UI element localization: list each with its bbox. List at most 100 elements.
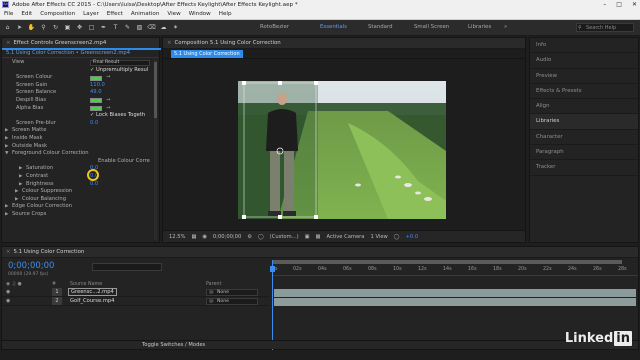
effect-property-value[interactable]: 0.0 <box>90 181 98 189</box>
current-time-indicator[interactable] <box>272 260 273 350</box>
hand-tool-icon[interactable]: ✋ <box>27 23 36 32</box>
effect-property-row[interactable]: ▼ Foreground Colour Correction <box>2 150 159 158</box>
toggle-switches-modes-button[interactable]: Toggle Switches / Modes <box>142 341 205 350</box>
camera-dropdown[interactable]: Active Camera <box>326 234 364 240</box>
eye-icon[interactable]: ◉ <box>6 289 10 295</box>
effect-property-row[interactable]: ▶ Saturation 0.0 <box>2 165 159 173</box>
view-dropdown[interactable]: Final Result <box>90 60 150 66</box>
composition-viewer[interactable] <box>238 81 446 219</box>
parent-dropdown[interactable]: @ None <box>206 297 258 305</box>
home-icon[interactable]: ⌂ <box>3 23 12 32</box>
exposure-value[interactable]: +0.0 <box>406 234 419 240</box>
effect-property-row[interactable]: Despill Bias → <box>2 97 159 105</box>
color-swatch[interactable] <box>90 98 102 104</box>
menu-help[interactable]: Help <box>215 11 236 17</box>
maximize-button[interactable]: □ <box>616 0 622 9</box>
effect-property-row[interactable]: Screen Pre-blur 0.0 <box>2 120 159 128</box>
selection-tool-icon[interactable]: ➤ <box>15 23 24 32</box>
camera-tool-icon[interactable]: ▣ <box>63 23 72 32</box>
channel-icon[interactable]: ◯ <box>258 234 264 240</box>
type-tool-icon[interactable]: T <box>111 23 120 32</box>
workspace-menu-icon[interactable]: » <box>504 24 507 30</box>
expand-closed-icon[interactable]: ▶ <box>19 173 22 181</box>
effect-property-row[interactable]: ▶ Brightness 0.0 <box>2 181 159 189</box>
effect-property-value[interactable]: 110.0 <box>90 82 105 90</box>
close-tab-icon[interactable]: × <box>6 40 11 46</box>
pen-tool-icon[interactable]: ✒ <box>99 23 108 32</box>
layer-duration-bar[interactable] <box>274 289 636 297</box>
effect-property-row[interactable]: View Final Result <box>2 59 159 67</box>
comp-timecode[interactable]: 0;00;00;00 <box>213 234 241 240</box>
panel-character[interactable]: Character <box>530 130 638 146</box>
workspace-libraries[interactable]: Libraries <box>468 24 491 30</box>
effect-property-row[interactable]: Enable Colour Corre <box>2 158 159 166</box>
timeline-layer-row[interactable]: ◉ 1 Greensc...2.mp4 @ None <box>2 288 270 297</box>
expand-closed-icon[interactable]: ▶ <box>5 211 8 219</box>
snapshot-icon[interactable]: ⚙ <box>247 234 252 240</box>
expand-closed-icon[interactable]: ▶ <box>15 188 18 196</box>
effect-property-row[interactable]: ✓ Lock Biases Togeth <box>2 112 159 120</box>
composition-chip[interactable]: 5.1 Using Color Correction <box>171 49 243 58</box>
layer-name[interactable]: Golf_Course.mp4 <box>68 298 116 304</box>
timeline-layer-row[interactable]: ◉ 2 Golf_Course.mp4 @ None <box>2 297 270 306</box>
menu-layer[interactable]: Layer <box>79 11 103 17</box>
minimize-button[interactable]: – <box>603 0 606 9</box>
close-tab-icon[interactable]: × <box>167 40 172 46</box>
composition-tab[interactable]: × Composition 5.1 Using Color Correction <box>163 38 525 49</box>
effect-property-row[interactable]: Screen Balance 49.0 <box>2 89 159 97</box>
effect-property-row[interactable]: ▶ Colour Balancing <box>2 196 159 204</box>
work-area-bar[interactable] <box>272 260 622 264</box>
puppet-pin-icon[interactable]: ✶ <box>171 23 180 32</box>
clone-stamp-icon[interactable]: ▧ <box>135 23 144 32</box>
resolution-dropdown[interactable]: (Custom...) <box>270 234 299 240</box>
timeline-tab[interactable]: × 5.1 Using Color Correction <box>2 247 638 258</box>
close-tab-icon[interactable]: × <box>6 249 11 255</box>
zoom-dropdown[interactable]: 12.5% <box>169 234 185 240</box>
menu-window[interactable]: Window <box>185 11 215 17</box>
eyedropper-icon[interactable]: → <box>106 105 110 113</box>
expand-closed-icon[interactable]: ▶ <box>5 135 8 143</box>
eraser-tool-icon[interactable]: ⌫ <box>147 23 156 32</box>
eyedropper-icon[interactable]: → <box>106 74 110 82</box>
workspace-standard[interactable]: Standard <box>368 24 393 30</box>
effect-property-value[interactable]: 49.0 <box>90 89 102 97</box>
layer-duration-bar[interactable] <box>274 298 636 306</box>
timeline-timecode[interactable]: 0;00;00;00 <box>8 261 54 271</box>
panel-preview[interactable]: Preview <box>530 69 638 84</box>
layer-name[interactable]: Greensc...2.mp4 <box>68 288 117 296</box>
expand-closed-icon[interactable]: ▶ <box>19 181 22 189</box>
region-icon[interactable]: ▣ <box>305 234 310 240</box>
effect-property-row[interactable]: ▶ Source Crops <box>2 211 159 219</box>
effect-property-row[interactable]: ▶ Colour Suppression <box>2 188 159 196</box>
rectangle-tool-icon[interactable]: □ <box>87 23 96 32</box>
parent-dropdown[interactable]: @ None <box>206 288 258 296</box>
effect-property-row[interactable]: ▶ Contrast 0.0 <box>2 173 159 181</box>
menu-edit[interactable]: Edit <box>17 11 36 17</box>
workspace-small-screen[interactable]: Small Screen <box>414 24 449 30</box>
panel-paragraph[interactable]: Paragraph <box>530 145 638 161</box>
effect-property-row[interactable]: ▶ Edge Colour Correction <box>2 203 159 211</box>
effect-controls-scrollbar[interactable] <box>154 60 157 240</box>
rotobezier-option[interactable]: RotoBezier <box>260 24 289 30</box>
panel-align[interactable]: Align <box>530 99 638 115</box>
playhead-handle[interactable] <box>270 266 275 272</box>
offset-icon[interactable]: ◯ <box>394 234 400 240</box>
zoom-tool-icon[interactable]: ⚲ <box>39 23 48 32</box>
panel-tracker[interactable]: Tracker <box>530 160 638 176</box>
grid-icon[interactable]: ▦ <box>191 234 196 240</box>
source-name-header[interactable]: Source Name <box>70 282 102 287</box>
pickwhip-icon[interactable]: @ <box>209 299 214 304</box>
effect-property-row[interactable]: ▶ Screen Matte <box>2 127 159 135</box>
timeline-search-input[interactable] <box>92 263 162 271</box>
menu-composition[interactable]: Composition <box>36 11 79 17</box>
panel-effects-presets[interactable]: Effects & Presets <box>530 84 638 100</box>
color-swatch[interactable] <box>90 106 102 112</box>
rotate-tool-icon[interactable]: ↻ <box>51 23 60 32</box>
color-swatch[interactable] <box>90 75 102 81</box>
close-button[interactable]: ✕ <box>632 0 637 9</box>
effect-property-row[interactable]: Screen Gain 110.0 <box>2 82 159 90</box>
camera-snapshot-icon[interactable]: ◉ <box>202 234 207 240</box>
menu-effect[interactable]: Effect <box>103 11 127 17</box>
expand-closed-icon[interactable]: ▶ <box>15 196 18 204</box>
menu-file[interactable]: File <box>0 11 17 17</box>
